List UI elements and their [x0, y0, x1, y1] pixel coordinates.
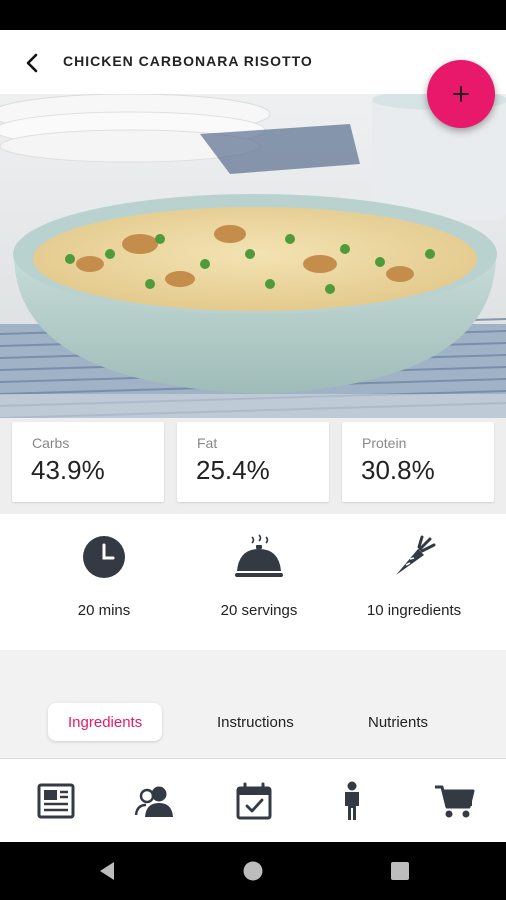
news-icon	[37, 783, 75, 819]
system-back-button[interactable]	[95, 859, 119, 883]
system-recents-button[interactable]	[388, 859, 412, 883]
add-button[interactable]	[427, 60, 495, 128]
stat-servings: 20 servings	[175, 514, 343, 650]
recents-square-icon	[391, 862, 409, 880]
carrot-icon	[396, 535, 436, 575]
recipe-tabs: Ingredients Instructions Nutrients	[0, 650, 506, 758]
serving-dish-icon	[235, 534, 283, 577]
macro-card-fat: Fat 25.4%	[177, 422, 329, 502]
macros-row: Carbs 43.9% Fat 25.4% Protein 30.8%	[0, 418, 506, 514]
tab-ingredients[interactable]: Ingredients	[48, 703, 163, 741]
macro-label: Carbs	[32, 435, 70, 451]
arrow-back-icon	[26, 53, 38, 73]
macro-value: 25.4%	[196, 455, 270, 485]
users-icon	[134, 786, 173, 817]
stat-ingredients: 10 ingredients	[330, 514, 498, 650]
macro-value: 43.9%	[31, 455, 105, 485]
person-icon	[345, 781, 359, 820]
nav-planner[interactable]	[232, 781, 276, 821]
macro-label: Protein	[362, 435, 407, 451]
system-home-button[interactable]	[241, 859, 265, 883]
cart-icon	[435, 785, 475, 818]
nav-news[interactable]	[34, 781, 78, 821]
home-circle-icon	[243, 861, 263, 881]
tab-nutrients[interactable]: Nutrients	[348, 703, 448, 741]
back-button[interactable]	[18, 48, 48, 78]
stat-time: 20 mins	[20, 514, 188, 650]
stat-label: 10 ingredients	[366, 602, 462, 619]
calendar-check-icon	[236, 782, 272, 820]
macro-card-carbs: Carbs 43.9%	[12, 422, 164, 502]
recipe-image	[0, 94, 506, 432]
macro-label: Fat	[197, 435, 218, 451]
status-bar	[0, 0, 506, 30]
macro-card-protein: Protein 30.8%	[342, 422, 494, 502]
back-triangle-icon	[100, 862, 114, 880]
stat-label: 20 mins	[77, 602, 131, 619]
nav-community[interactable]	[132, 781, 176, 821]
stat-label: 20 servings	[220, 602, 298, 619]
recipe-stats: 20 mins 20 servings 10 ingredients	[0, 514, 506, 650]
bottom-nav	[0, 758, 506, 842]
nav-cart[interactable]	[432, 781, 476, 821]
tab-instructions[interactable]: Instructions	[197, 703, 314, 741]
nav-profile[interactable]	[330, 781, 374, 821]
clock-icon	[83, 536, 125, 578]
system-nav-bar	[0, 842, 506, 900]
page-title: CHICKEN CARBONARA RISOTTO	[63, 53, 313, 69]
plus-icon	[453, 86, 469, 102]
macro-value: 30.8%	[361, 455, 435, 485]
